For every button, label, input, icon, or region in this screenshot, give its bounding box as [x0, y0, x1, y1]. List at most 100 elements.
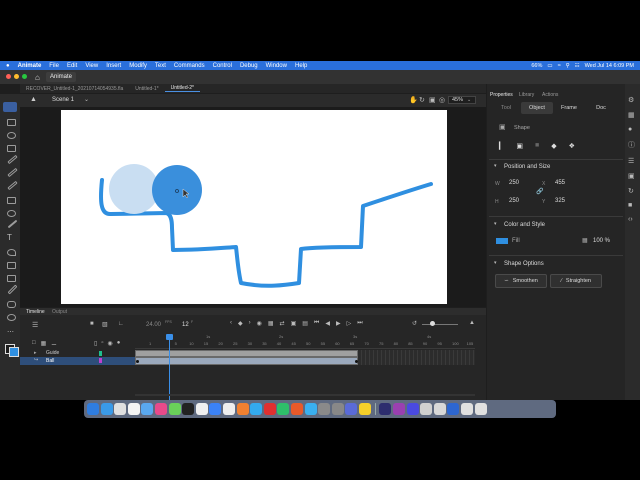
properties-icon[interactable]: ⚙ [628, 96, 635, 104]
dock-app-icon[interactable] [209, 403, 222, 415]
workspace-tab[interactable]: Animate [46, 72, 77, 82]
dock-app-icon[interactable] [100, 403, 113, 415]
clip-icon[interactable]: ▣ [429, 96, 436, 104]
free-transform-tool-icon[interactable] [7, 145, 16, 152]
link-icon[interactable]: 🔗 [536, 188, 543, 195]
dock-app-icon[interactable] [406, 403, 419, 415]
tab-library[interactable]: Library [519, 92, 534, 98]
subtab-doc[interactable]: Doc [585, 102, 617, 114]
dock-app-icon[interactable] [290, 403, 303, 415]
battery-icon[interactable]: ▭ [547, 63, 552, 69]
lasso-tool-icon[interactable] [7, 132, 16, 139]
alpha-value[interactable]: 100 % [593, 238, 610, 244]
tween-icon[interactable]: ▣ [291, 320, 297, 327]
close-window-button[interactable] [6, 74, 11, 79]
doc-tab-untitled-1[interactable]: Untitled-1* [129, 86, 164, 92]
clock[interactable]: Wed Jul 14 6:09 PM [585, 63, 634, 69]
tab-timeline[interactable]: Timeline [26, 309, 45, 315]
search-icon[interactable]: ⚲ [566, 63, 570, 69]
loop-icon[interactable]: ⇄ [280, 320, 285, 327]
straighten-button[interactable]: ∕ Straighten [550, 274, 602, 288]
timeline-zoom-slider[interactable] [422, 324, 458, 325]
menu-debug[interactable]: Debug [240, 63, 258, 69]
break-apart-icon[interactable]: ❖ [569, 142, 575, 150]
show-all-icon[interactable]: ◉ [107, 340, 112, 347]
line-tool-icon[interactable] [7, 219, 18, 229]
h-value[interactable]: 250 [509, 198, 519, 204]
dock-app-icon[interactable] [141, 403, 154, 415]
highlight-icon[interactable]: ▫ [101, 340, 103, 347]
apple-icon[interactable]: ● [6, 63, 10, 69]
dock-app-icon[interactable] [474, 403, 487, 415]
dock-app-icon[interactable] [87, 403, 99, 415]
zoom-tool-icon[interactable] [7, 314, 16, 321]
playhead-handle[interactable] [166, 334, 173, 340]
y-value[interactable]: 325 [555, 198, 565, 204]
shape-options-title[interactable]: Shape Options [504, 261, 544, 267]
w-value[interactable]: 250 [509, 180, 519, 186]
menu-edit[interactable]: Edit [67, 63, 77, 69]
layer-row-guide[interactable]: ▸ Guide [20, 350, 135, 357]
hand-tool-icon[interactable] [7, 301, 16, 308]
delete-layer-icon[interactable]: ⚊ [51, 340, 56, 347]
eraser-tool-icon[interactable] [7, 197, 16, 204]
new-layer-icon[interactable]: □ [32, 340, 36, 347]
align-icon[interactable]: ☰ [628, 157, 635, 165]
more-tools-icon[interactable]: ⋯ [7, 328, 14, 336]
step-forward-icon[interactable]: ▷ [347, 320, 352, 327]
loop-playback-icon[interactable]: ↺ [412, 320, 417, 327]
prev-keyframe-icon[interactable]: ‹ [230, 320, 232, 327]
edit-multiple-frames-icon[interactable]: ▦ [268, 320, 274, 327]
dock-app-icon[interactable] [358, 403, 371, 415]
dock-app-icon[interactable] [318, 403, 331, 415]
eyedropper-tool-icon[interactable] [7, 284, 18, 295]
scene-icon[interactable]: ▲ [30, 96, 37, 103]
text-tool-icon[interactable]: T [7, 233, 12, 242]
info-icon[interactable]: ⓘ [628, 140, 635, 150]
stage[interactable] [61, 110, 447, 304]
show-parenting-icon[interactable]: ▯ [94, 340, 97, 347]
section-toggle-icon[interactable]: ▾ [494, 163, 497, 169]
empty-frames-guide[interactable] [358, 350, 475, 357]
menu-text[interactable]: Text [155, 63, 166, 69]
selection-tool-icon[interactable] [3, 102, 17, 112]
x-value[interactable]: 455 [555, 180, 565, 186]
assets-icon[interactable]: ■ [628, 202, 635, 209]
menu-file[interactable]: File [49, 63, 59, 69]
go-to-last-frame-icon[interactable]: ⏭ [357, 320, 362, 327]
merge-icon[interactable]: ▣ [516, 142, 523, 150]
layer-expand-icon[interactable]: ▸ [34, 350, 37, 356]
dock-app-icon[interactable] [168, 403, 181, 415]
subtab-object[interactable]: Object [521, 102, 553, 114]
current-frame[interactable]: 12 [182, 322, 189, 328]
empty-frames-ball[interactable] [358, 357, 475, 365]
menu-help[interactable]: Help [295, 63, 307, 69]
menu-view[interactable]: View [85, 63, 98, 69]
dock-app-icon[interactable] [222, 403, 235, 415]
lock-all-icon[interactable]: ● [117, 340, 121, 347]
minimize-window-button[interactable] [14, 74, 19, 79]
wifi-icon[interactable]: ≈ [558, 63, 561, 69]
bone-tool-icon[interactable] [7, 262, 16, 269]
scene-label[interactable]: Scene 1 [52, 97, 74, 103]
code-icon[interactable]: ‹› [628, 216, 635, 223]
layer-color-guide[interactable] [99, 351, 102, 356]
insert-frame-icon[interactable]: ▤ [302, 320, 308, 327]
library-icon[interactable]: ▦ [628, 111, 635, 119]
dock-app-icon[interactable] [375, 403, 377, 415]
dock-app-icon[interactable] [345, 403, 358, 415]
dock-app-icon[interactable] [277, 403, 290, 415]
dock-app-icon[interactable] [461, 403, 474, 415]
layer-row-ball[interactable]: ↪ Ball [20, 357, 135, 365]
menu-window[interactable]: Window [266, 63, 287, 69]
move-tool-icon[interactable]: ✋ [409, 96, 418, 104]
oval-tool-icon[interactable] [7, 210, 16, 217]
keyframe-start[interactable] [136, 360, 139, 363]
next-keyframe-icon[interactable]: › [249, 320, 251, 327]
new-folder-icon[interactable]: ▦ [41, 340, 47, 347]
zoom-select[interactable]: 45% ⌄ [448, 96, 476, 104]
camera-icon[interactable]: ■ [90, 321, 94, 327]
color-icon[interactable]: ● [628, 126, 635, 133]
rotate-icon[interactable]: ↻ [419, 96, 425, 104]
fill-swatch[interactable] [496, 238, 508, 244]
